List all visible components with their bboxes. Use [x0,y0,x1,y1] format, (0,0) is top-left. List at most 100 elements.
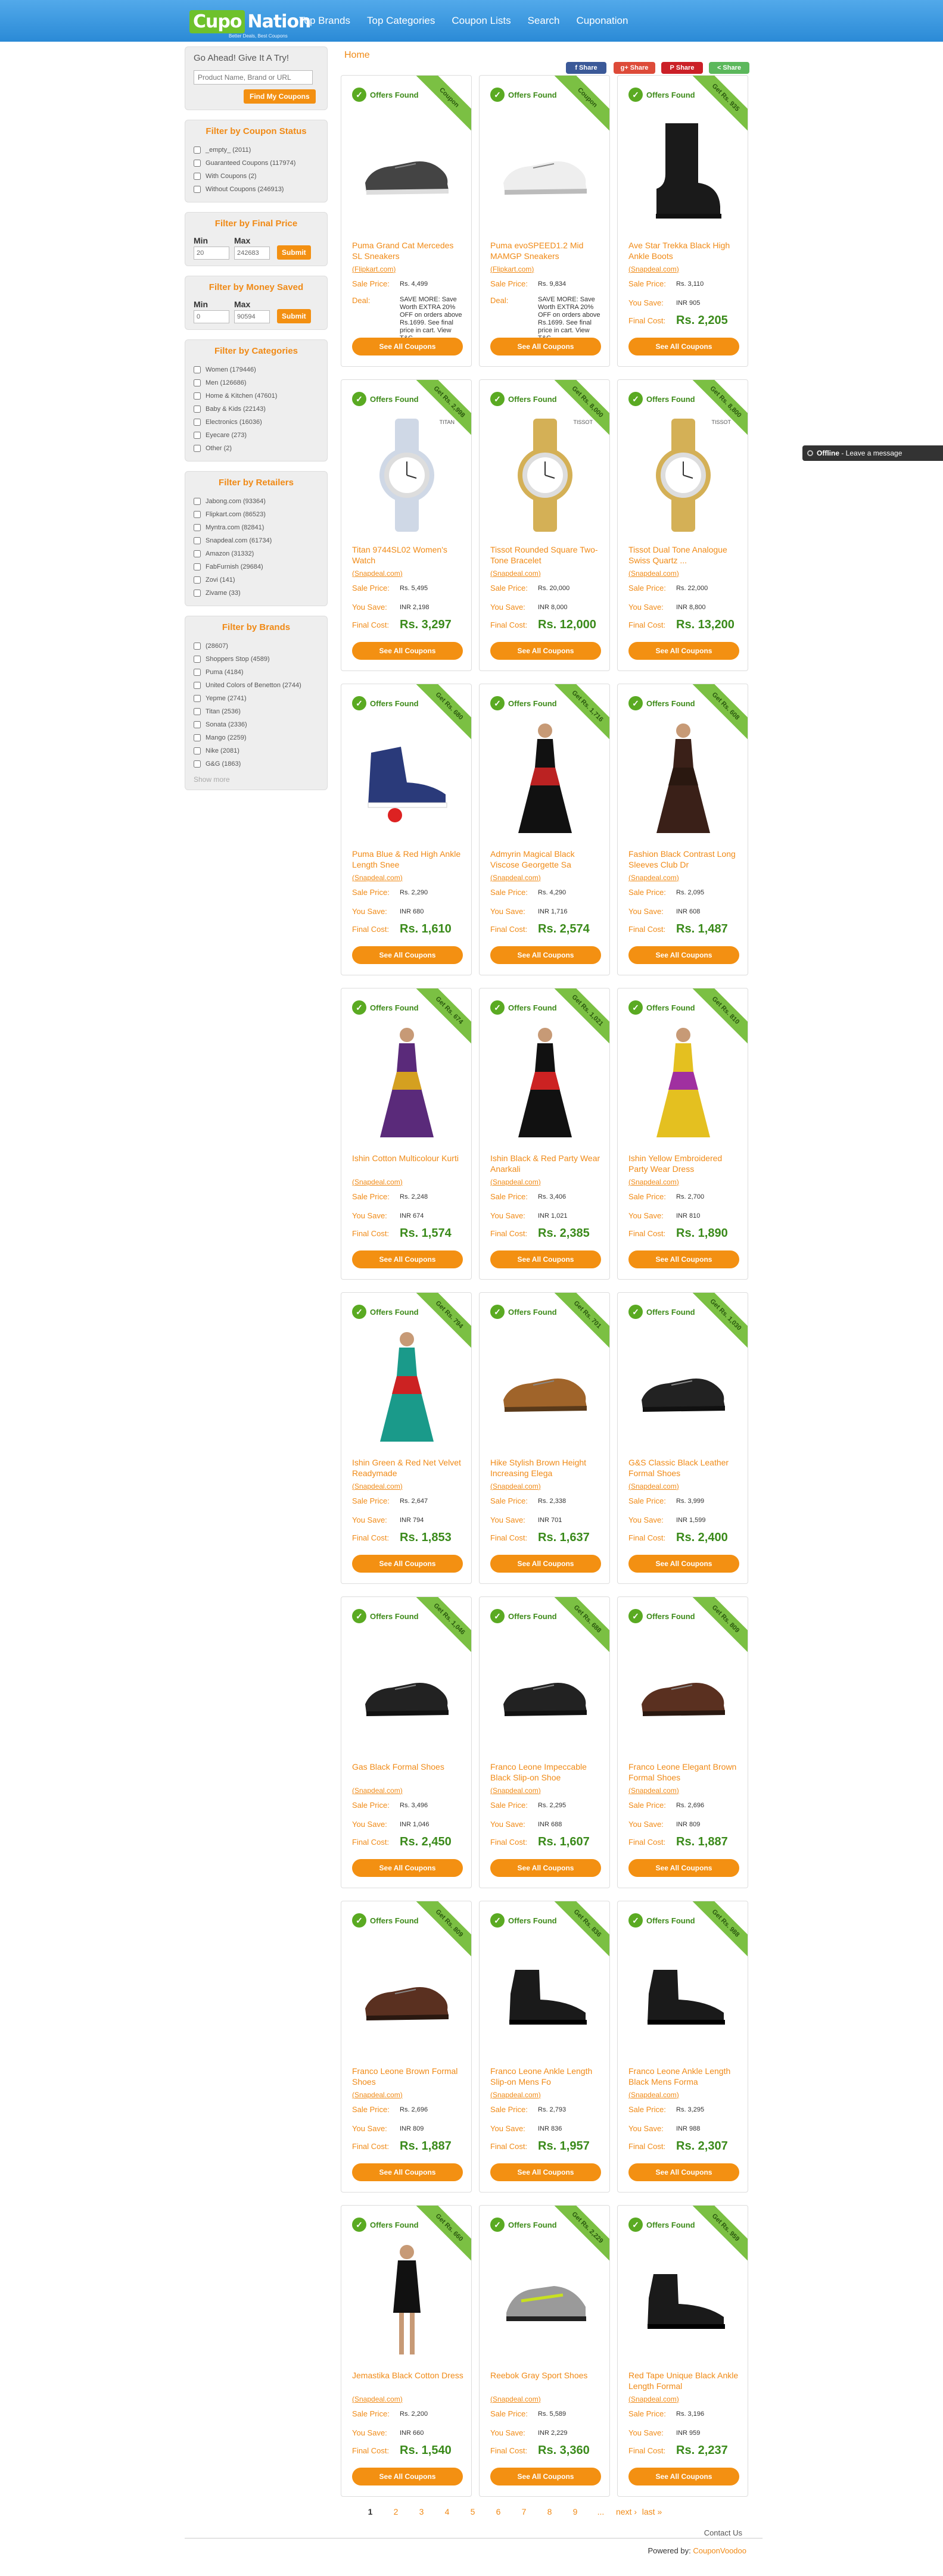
store-link[interactable]: (Snapdeal.com) [352,1482,403,1490]
product-image[interactable]: TITAN [359,416,455,535]
product-card[interactable]: ✓ Offers Found Get Rs. 608 Fashion Black Co… [617,684,748,975]
see-all-coupons-button[interactable]: See All Coupons [490,946,601,964]
checkbox[interactable] [194,160,201,167]
store-link[interactable]: (Flipkart.com) [490,265,534,273]
checkbox[interactable] [194,734,201,741]
checkbox[interactable] [194,419,201,426]
product-card[interactable]: ✓ Offers Found Get Rs. 8,800 TISSOT Tissot D… [617,379,748,671]
product-name[interactable]: Hike Stylish Brown Height Increasing Ele… [490,1457,603,1479]
product-image[interactable]: TISSOT [497,416,593,535]
checkbox[interactable] [194,747,201,754]
product-image[interactable] [359,1024,455,1143]
nav-cuponation[interactable]: Cuponation [576,15,628,27]
product-image[interactable] [636,1937,731,2056]
product-card[interactable]: ✓ Offers Found Get Rs. 959 Red Tape Unique … [617,2205,748,2497]
googleplus-share-button[interactable]: g+ Share [614,62,655,74]
see-all-coupons-button[interactable]: See All Coupons [490,1555,601,1573]
product-image[interactable] [497,1328,593,1448]
product-card[interactable]: ✓ Offers Found Get Rs. 674 Ishin Cotton Mul… [341,988,472,1280]
filter-option[interactable]: _empty_ (2011) [194,144,319,157]
product-name[interactable]: Titan 9744SL02 Women's Watch [352,544,465,566]
product-image[interactable] [497,1937,593,2056]
product-card[interactable]: ✓ Offers Found Get Rs. 809 Franco Leone Ele… [617,1596,748,1888]
show-more-link[interactable]: Show more [194,775,319,784]
store-link[interactable]: (Snapdeal.com) [352,2395,403,2403]
checkbox[interactable] [194,760,201,768]
product-card[interactable]: ✓ Offers Found Get Rs. 794 Ishin Green & Re… [341,1292,472,1584]
store-link[interactable]: (Snapdeal.com) [628,2091,679,2099]
see-all-coupons-button[interactable]: See All Coupons [352,1250,463,1268]
product-card[interactable]: ✓ Offers Found Get Rs. 8,000 TISSOT Tissot R… [479,379,610,671]
see-all-coupons-button[interactable]: See All Coupons [628,2468,739,2485]
filter-option[interactable]: Puma (4184) [194,666,319,679]
filter-option[interactable]: Shoppers Stop (4589) [194,653,319,666]
product-image[interactable] [636,720,731,839]
see-all-coupons-button[interactable]: See All Coupons [628,946,739,964]
product-name[interactable]: Ishin Black & Red Party Wear Anarkali [490,1153,603,1174]
checkbox[interactable] [194,695,201,702]
product-name[interactable]: Puma evoSPEED1.2 Mid MAMGP Sneakers [490,240,603,261]
page-next[interactable]: next › [614,2507,639,2516]
product-image[interactable] [636,1633,731,1752]
product-image[interactable] [359,2241,455,2360]
product-image[interactable] [359,720,455,839]
filter-option[interactable]: Flipkart.com (86523) [194,508,319,521]
max-price-input[interactable] [234,247,270,260]
checkbox[interactable] [194,708,201,715]
product-image[interactable] [359,1937,455,2056]
page-5[interactable]: 5 [460,2507,485,2516]
product-name[interactable]: Tissot Dual Tone Analogue Swiss Quartz .… [628,544,742,566]
checkbox[interactable] [194,366,201,373]
product-name[interactable]: G&S Classic Black Leather Formal Shoes [628,1457,742,1479]
product-name[interactable]: Fashion Black Contrast Long Sleeves Club… [628,849,742,870]
checkbox[interactable] [194,392,201,400]
checkbox[interactable] [194,576,201,584]
product-image[interactable] [636,111,731,230]
filter-option[interactable]: Snapdeal.com (61734) [194,534,319,547]
filter-option[interactable]: Mango (2259) [194,731,319,744]
filter-option[interactable]: Titan (2536) [194,705,319,718]
checkbox[interactable] [194,537,201,544]
see-all-coupons-button[interactable]: See All Coupons [490,642,601,660]
search-input[interactable] [194,70,313,85]
store-link[interactable]: (Snapdeal.com) [352,1786,403,1795]
checkbox[interactable] [194,432,201,439]
product-name[interactable]: Reebok Gray Sport Shoes [490,2370,603,2391]
see-all-coupons-button[interactable]: See All Coupons [352,2163,463,2181]
checkbox[interactable] [194,445,201,452]
max-saved-input[interactable] [234,310,270,323]
nav-top-brands[interactable]: Top Brands [299,15,350,27]
product-card[interactable]: ✓ Offers Found Get Rs. 1,021 Ishin Black & … [479,988,610,1280]
checkbox[interactable] [194,669,201,676]
filter-option[interactable]: Other (2) [194,442,319,455]
checkbox[interactable] [194,643,201,650]
checkbox[interactable] [194,173,201,180]
filter-option[interactable]: Sonata (2336) [194,718,319,731]
product-name[interactable]: Franco Leone Brown Formal Shoes [352,2066,465,2087]
store-link[interactable]: (Snapdeal.com) [490,2091,541,2099]
product-card[interactable]: ✓ Offers Found Get Rs. 935 Ave Star Trekka … [617,75,748,367]
see-all-coupons-button[interactable]: See All Coupons [628,338,739,355]
store-link[interactable]: (Snapdeal.com) [490,569,541,578]
checkbox[interactable] [194,498,201,505]
product-card[interactable]: ✓ Offers Found Get Rs. 688 Franco Leone Imp… [479,1596,610,1888]
product-name[interactable]: Ishin Cotton Multicolour Kurti [352,1153,465,1174]
checkbox[interactable] [194,682,201,689]
product-name[interactable]: Puma Blue & Red High Ankle Length Snee [352,849,465,870]
checkbox[interactable] [194,550,201,557]
store-link[interactable]: (Snapdeal.com) [352,2091,403,2099]
filter-option[interactable]: Amazon (31332) [194,547,319,560]
checkbox[interactable] [194,563,201,570]
checkbox[interactable] [194,524,201,531]
see-all-coupons-button[interactable]: See All Coupons [352,946,463,964]
store-link[interactable]: (Snapdeal.com) [490,1786,541,1795]
filter-option[interactable]: Home & Kitchen (47601) [194,389,319,403]
store-link[interactable]: (Snapdeal.com) [490,2395,541,2403]
product-name[interactable]: Jemastika Black Cotton Dress [352,2370,465,2391]
product-name[interactable]: Franco Leone Ankle Length Slip-on Mens F… [490,2066,603,2087]
product-card[interactable]: ✓ Offers Found Get Rs. 1,030 G&S Classic Bl… [617,1292,748,1584]
product-image[interactable]: TISSOT [636,416,731,535]
price-submit-button[interactable]: Submit [277,245,311,260]
page-7[interactable]: 7 [511,2507,537,2516]
see-all-coupons-button[interactable]: See All Coupons [490,1250,601,1268]
